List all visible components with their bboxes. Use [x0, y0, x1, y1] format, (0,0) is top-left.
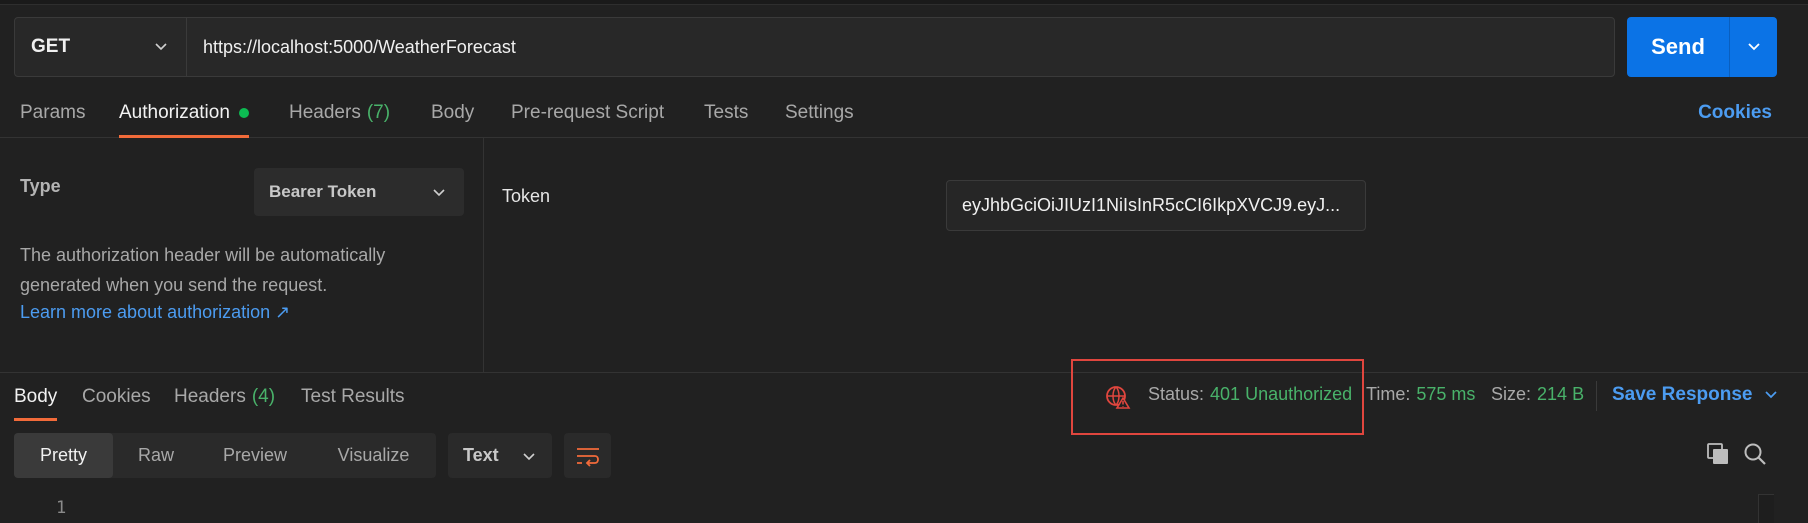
send-button[interactable]: Send	[1627, 17, 1729, 77]
resp-tab-test-results[interactable]: Test Results	[301, 373, 404, 421]
status-dot-icon	[238, 108, 249, 118]
send-options-button[interactable]	[1730, 17, 1777, 77]
save-response-button[interactable]: Save Response	[1612, 384, 1778, 406]
resp-headers-count: (4)	[251, 386, 276, 407]
auth-type-value: Bearer Token	[269, 182, 377, 201]
chevron-down-icon	[1747, 43, 1760, 51]
tab-headers[interactable]: Headers (7)	[289, 88, 390, 138]
mode-preview[interactable]: Preview	[199, 433, 311, 478]
tab-label: Body	[14, 386, 58, 407]
resp-tab-headers[interactable]: Headers (4)	[174, 373, 275, 421]
auth-type-select[interactable]: Bearer Token	[254, 168, 464, 216]
chevron-down-icon	[433, 189, 445, 197]
tab-pre-request-script[interactable]: Pre-request Script	[511, 88, 664, 138]
tab-label: Tests	[704, 102, 749, 123]
response-size[interactable]: Size: 214 B	[1491, 384, 1584, 405]
type-label: Type	[20, 176, 61, 196]
time-value: 575 ms	[1416, 384, 1476, 404]
wrap-lines-button[interactable]	[564, 433, 611, 478]
status-value: 401 Unauthorized	[1210, 384, 1353, 404]
top-border	[0, 0, 1808, 5]
resp-tab-cookies[interactable]: Cookies	[82, 373, 151, 421]
request-tabs: Params Authorization Headers (7) Body Pr…	[0, 88, 1808, 138]
divider	[1596, 381, 1597, 411]
mode-visualize[interactable]: Visualize	[311, 433, 436, 478]
auth-type-panel: Type Bearer Token The authorization head…	[0, 138, 484, 372]
copy-icon[interactable]	[1705, 441, 1731, 467]
tab-label: Headers	[289, 102, 361, 123]
tab-label: Body	[431, 102, 475, 123]
tab-label: Pre-request Script	[511, 102, 665, 123]
chevron-down-icon	[1765, 391, 1778, 399]
token-label: Token	[502, 186, 551, 206]
wrap-lines-icon	[576, 447, 599, 467]
send-button-group: Send	[1627, 17, 1777, 77]
auth-description: The authorization header will be automat…	[20, 245, 386, 295]
tab-settings[interactable]: Settings	[785, 88, 854, 138]
editor-scrollbar[interactable]	[1758, 494, 1774, 523]
response-time[interactable]: Time: 575 ms	[1366, 384, 1475, 405]
tab-label: Cookies	[82, 386, 151, 407]
status-label: Status:	[1148, 384, 1205, 404]
size-label: Size:	[1491, 384, 1532, 404]
learn-more-link[interactable]: Learn more about authorization ↗	[20, 302, 290, 323]
time-label: Time:	[1366, 384, 1411, 404]
content-type-value: Text	[463, 445, 499, 465]
resp-tab-body[interactable]: Body	[14, 373, 58, 421]
line-number: 1	[56, 498, 67, 518]
tab-label: Headers	[174, 386, 246, 407]
tab-params[interactable]: Params	[20, 88, 85, 138]
tab-label: Test Results	[301, 386, 405, 407]
active-tab-underline	[14, 418, 58, 421]
method-label: GET	[31, 36, 71, 57]
tab-label: Authorization	[119, 102, 230, 123]
network-error-icon[interactable]	[1105, 384, 1131, 410]
method-select[interactable]: GET	[15, 18, 187, 76]
headers-count: (7)	[366, 102, 391, 123]
tab-authorization[interactable]: Authorization	[119, 88, 249, 138]
size-value: 214 B	[1537, 384, 1585, 404]
response-status[interactable]: Status: 401 Unauthorized	[1148, 384, 1352, 405]
tab-label: Settings	[785, 102, 854, 123]
cookies-link[interactable]: Cookies	[1698, 88, 1772, 138]
tab-label: Params	[20, 102, 86, 123]
save-response-label: Save Response	[1612, 384, 1753, 405]
chevron-down-icon	[523, 453, 535, 461]
content-type-select[interactable]: Text	[448, 433, 552, 478]
mode-raw[interactable]: Raw	[113, 433, 199, 478]
url-input[interactable]: https://localhost:5000/WeatherForecast	[203, 18, 516, 76]
tab-body[interactable]: Body	[431, 88, 474, 138]
token-input[interactable]: eyJhbGciOiJIUzI1NiIsInR5cCI6IkpXVCJ9.eyJ…	[946, 180, 1366, 231]
format-mode-group: Pretty Raw Preview Visualize	[14, 433, 436, 478]
request-bar: GET https://localhost:5000/WeatherForeca…	[14, 17, 1615, 77]
search-icon[interactable]	[1742, 441, 1768, 467]
mode-pretty[interactable]: Pretty	[14, 433, 113, 478]
tab-tests[interactable]: Tests	[704, 88, 748, 138]
chevron-down-icon	[155, 43, 167, 51]
